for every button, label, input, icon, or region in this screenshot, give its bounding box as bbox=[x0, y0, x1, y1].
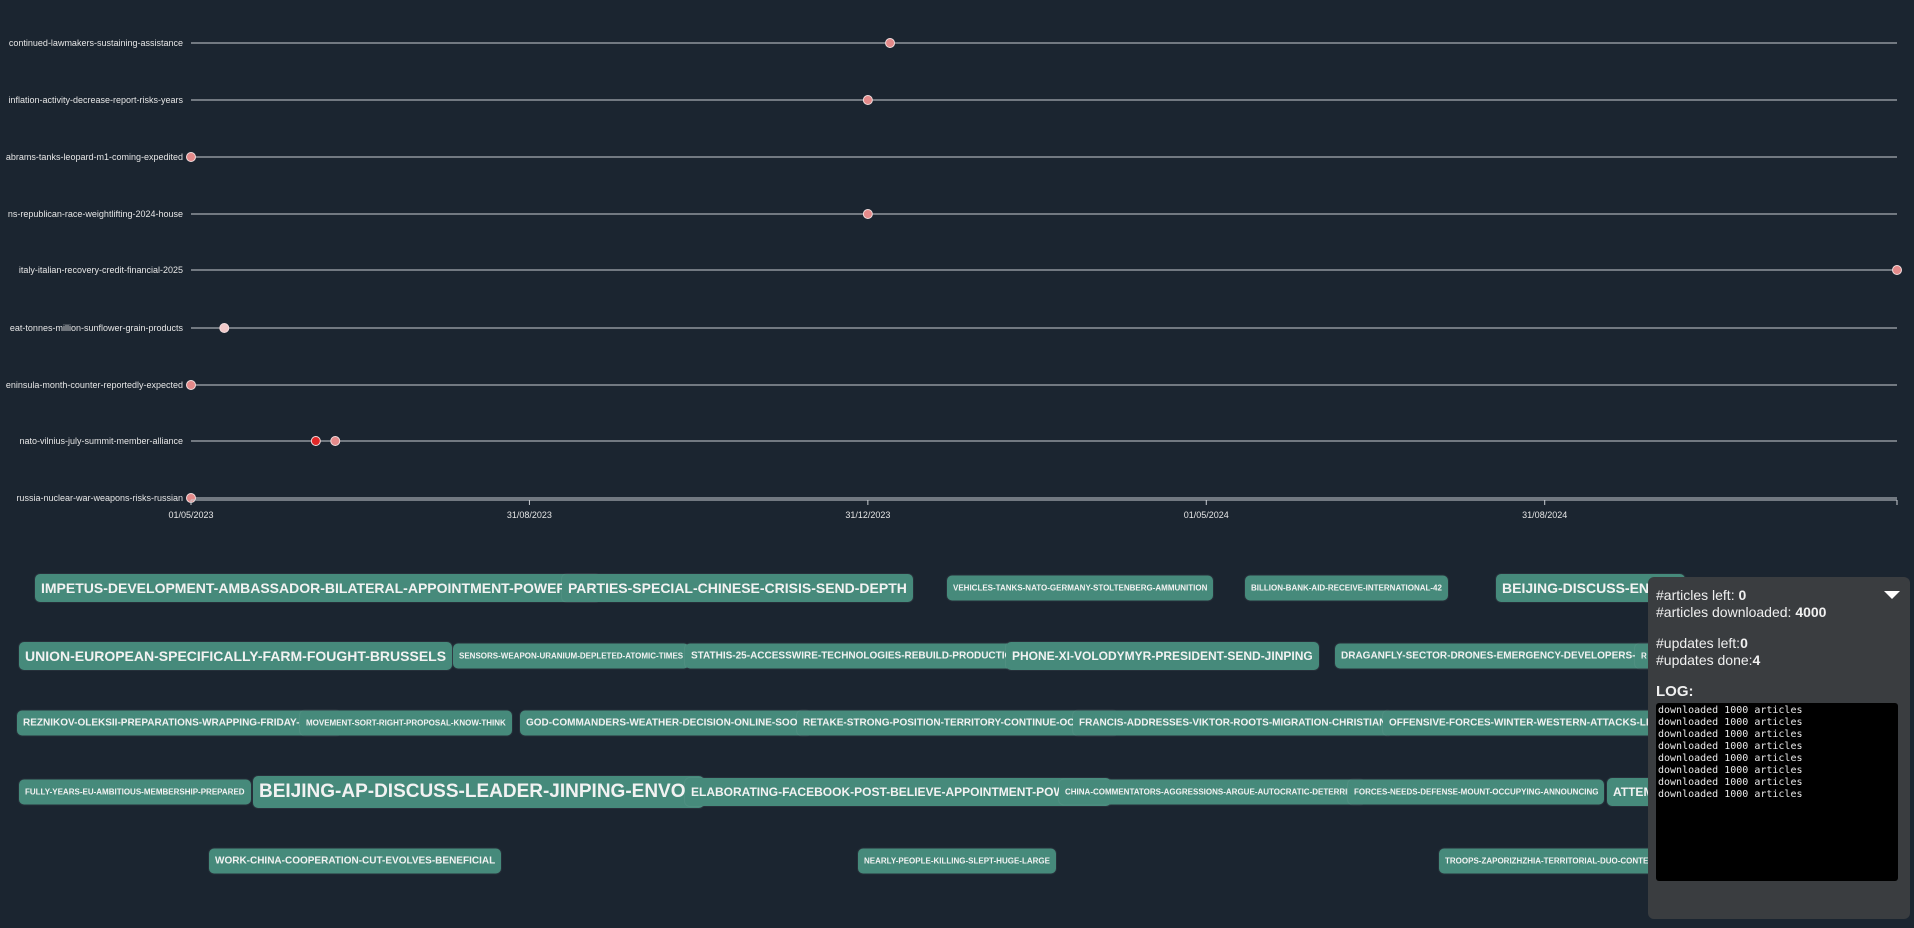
log-title: LOG: bbox=[1656, 683, 1694, 700]
log-box[interactable]: downloaded 1000 articles downloaded 1000 … bbox=[1656, 703, 1898, 881]
timeline-point[interactable] bbox=[186, 152, 196, 162]
topic-tag[interactable]: STATHIS-25-ACCESSWIRE-TECHNOLOGIES-REBUI… bbox=[685, 643, 1026, 669]
x-axis-tick-label: 31/08/2023 bbox=[507, 510, 552, 520]
articles-downloaded-row: #articles downloaded: 4000 bbox=[1656, 604, 1902, 621]
timeline-x-axis: 01/05/2023 31/08/2023 31/12/2023 01/05/2024… bbox=[168, 499, 1898, 520]
topic-tag[interactable]: FRANCIS-ADDRESSES-VIKTOR-ROOTS-MIGRATION… bbox=[1073, 710, 1393, 736]
tag-row: UNION-EUROPEAN-SPECIFICALLY-FARM-FOUGHT-… bbox=[0, 636, 1914, 676]
tag-row: REZNIKOV-OLEKSII-PREPARATIONS-WRAPPING-F… bbox=[0, 703, 1914, 743]
updates-done-value: 4 bbox=[1752, 652, 1761, 668]
timeline-point[interactable] bbox=[885, 38, 896, 48]
topic-tag[interactable]: UNION-EUROPEAN-SPECIFICALLY-FARM-FOUGHT-… bbox=[19, 642, 453, 670]
timeline-row: continued-lawmakers-sustaining-assistanc… bbox=[9, 38, 1897, 48]
tag-row: IMPETUS-DEVELOPMENT-AMBASSADOR-BILATERAL… bbox=[0, 568, 1914, 608]
x-axis-tick-label: 31/12/2023 bbox=[845, 510, 890, 520]
timeline-row: eninsula-month-counter-reportedly-expect… bbox=[6, 380, 1897, 390]
articles-left-label: #articles left: bbox=[1656, 587, 1739, 603]
updates-left-label: #updates left: bbox=[1656, 635, 1741, 651]
timeline-row: eat-tonnes-million-sunflower-grain-produ… bbox=[10, 323, 1897, 333]
articles-downloaded-label: #articles downloaded: bbox=[1656, 604, 1796, 620]
timeline-point[interactable] bbox=[862, 95, 873, 105]
timeline-chart: continued-lawmakers-sustaining-assistanc… bbox=[6, 38, 1902, 520]
log-line: downloaded 1000 articles bbox=[1658, 717, 1803, 728]
log-line: downloaded 1000 articles bbox=[1658, 753, 1803, 764]
topic-tag[interactable]: CHINA-COMMENTATORS-AGGRESSIONS-ARGUE-AUT… bbox=[1059, 779, 1366, 805]
timeline-row-label: ns-republican-race-weightlifting-2024-ho… bbox=[8, 209, 183, 219]
x-axis-tick-label: 01/05/2023 bbox=[168, 510, 213, 520]
timeline-row: nato-vilnius-july-summit-member-alliance bbox=[19, 436, 1897, 446]
topic-tag[interactable]: WORK-CHINA-COOPERATION-CUT-EVOLVES-BENEF… bbox=[209, 848, 502, 874]
log-line: downloaded 1000 articles bbox=[1658, 777, 1803, 788]
articles-left-value: 0 bbox=[1738, 587, 1747, 603]
articles-downloaded-value: 4000 bbox=[1795, 604, 1827, 620]
timeline-row-label: abrams-tanks-leopard-m1-coming-expedited bbox=[6, 152, 183, 162]
log-line: downloaded 1000 articles bbox=[1658, 765, 1803, 776]
timeline-row-label: eat-tonnes-million-sunflower-grain-produ… bbox=[10, 323, 184, 333]
topic-tag[interactable]: FORCES-NEEDS-DEFENSE-MOUNT-OCCUPYING-ANN… bbox=[1348, 779, 1605, 805]
topic-tag[interactable]: RETAKE-STRONG-POSITION-TERRITORY-CONTINU… bbox=[797, 710, 1119, 736]
topic-tag[interactable]: PHONE-XI-VOLODYMYR-PRESIDENT-SEND-JINPIN… bbox=[1006, 642, 1319, 670]
topic-tag[interactable]: BEIJING-AP-DISCUSS-LEADER-JINPING-ENVOY bbox=[253, 776, 705, 808]
timeline-row: italy-italian-recovery-credit-financial-… bbox=[19, 265, 1902, 275]
topic-tag[interactable]: NEARLY-PEOPLE-KILLING-SLEPT-HUGE-LARGE bbox=[858, 848, 1056, 874]
timeline-point[interactable] bbox=[862, 209, 873, 219]
topic-tag[interactable]: REZNIKOV-OLEKSII-PREPARATIONS-WRAPPING-F… bbox=[17, 710, 342, 736]
timeline-row: russia-nuclear-war-weapons-risks-russian bbox=[16, 493, 1897, 503]
timeline-row: ns-republican-race-weightlifting-2024-ho… bbox=[8, 209, 1897, 219]
topic-tag[interactable]: TROOPS-ZAPORIZHZHIA-TERRITORIAL-DUO-CONT… bbox=[1439, 848, 1672, 874]
updates-left-row: #updates left:0 bbox=[1656, 635, 1902, 652]
timeline-row-label: italy-italian-recovery-credit-financial-… bbox=[19, 265, 183, 275]
timeline-row-label: nato-vilnius-july-summit-member-alliance bbox=[19, 436, 183, 446]
timeline-row-label: continued-lawmakers-sustaining-assistanc… bbox=[9, 38, 183, 48]
tag-row: WORK-CHINA-COOPERATION-CUT-EVOLVES-BENEF… bbox=[0, 841, 1914, 881]
topic-tag[interactable]: DRAGANFLY-SECTOR-DRONES-EMERGENCY-DEVELO… bbox=[1335, 643, 1670, 669]
timeline-point[interactable] bbox=[186, 380, 196, 390]
chevron-down-icon[interactable] bbox=[1884, 591, 1900, 599]
log-line: downloaded 1000 articles bbox=[1658, 705, 1803, 716]
log-line: downloaded 1000 articles bbox=[1658, 741, 1803, 752]
timeline-point[interactable] bbox=[330, 436, 341, 446]
topic-tag[interactable]: GOD-COMMANDERS-WEATHER-DECISION-ONLINE-S… bbox=[520, 710, 811, 736]
topic-tag[interactable]: VEHICLES-TANKS-NATO-GERMANY-STOLTENBERG-… bbox=[947, 575, 1214, 601]
timeline-row: abrams-tanks-leopard-m1-coming-expedited bbox=[6, 152, 1897, 162]
topic-tag[interactable]: BILLION-BANK-AID-RECEIVE-INTERNATIONAL-4… bbox=[1245, 575, 1448, 601]
timeline-point[interactable] bbox=[219, 323, 230, 333]
topic-tag[interactable]: IMPETUS-DEVELOPMENT-AMBASSADOR-BILATERAL… bbox=[35, 574, 600, 602]
x-axis-tick-label: 31/08/2024 bbox=[1522, 510, 1567, 520]
timeline-row-label: russia-nuclear-war-weapons-risks-russian bbox=[16, 493, 183, 503]
tag-row: FULLY-YEARS-EU-AMBITIOUS-MEMBERSHIP-PREP… bbox=[0, 772, 1914, 812]
articles-left-row: #articles left: 0 bbox=[1656, 587, 1902, 604]
updates-done-label: #updates done: bbox=[1656, 652, 1753, 668]
timeline-row-label: eninsula-month-counter-reportedly-expect… bbox=[6, 380, 183, 390]
updates-done-row: #updates done:4 bbox=[1656, 652, 1902, 669]
updates-left-value: 0 bbox=[1740, 635, 1748, 651]
download-status-panel: #articles left: 0 #articles downloaded: … bbox=[1648, 577, 1910, 919]
topic-tag[interactable]: OFFENSIVE-FORCES-WINTER-WESTERN-ATTACKS-… bbox=[1383, 710, 1667, 736]
log-line: downloaded 1000 articles bbox=[1658, 729, 1803, 740]
topic-tag[interactable]: PARTIES-SPECIAL-CHINESE-CRISIS-SEND-DEPT… bbox=[562, 574, 913, 602]
x-axis-tick-label: 01/05/2024 bbox=[1184, 510, 1229, 520]
timeline-point[interactable] bbox=[1892, 265, 1902, 275]
topic-tag[interactable]: FULLY-YEARS-EU-AMBITIOUS-MEMBERSHIP-PREP… bbox=[19, 779, 251, 805]
timeline-row-label: inflation-activity-decrease-report-risks… bbox=[8, 95, 183, 105]
log-line: downloaded 1000 articles bbox=[1658, 789, 1803, 800]
topic-tag[interactable]: SENSORS-WEAPON-URANIUM-DEPLETED-ATOMIC-T… bbox=[453, 643, 690, 669]
topic-tag[interactable]: MOVEMENT-SORT-RIGHT-PROPOSAL-KNOW-THINK bbox=[300, 710, 512, 736]
timeline-point[interactable] bbox=[310, 436, 321, 446]
topic-tag[interactable]: ELABORATING-FACEBOOK-POST-BELIEVE-APPOIN… bbox=[685, 778, 1111, 806]
timeline-row: inflation-activity-decrease-report-risks… bbox=[8, 95, 1897, 105]
